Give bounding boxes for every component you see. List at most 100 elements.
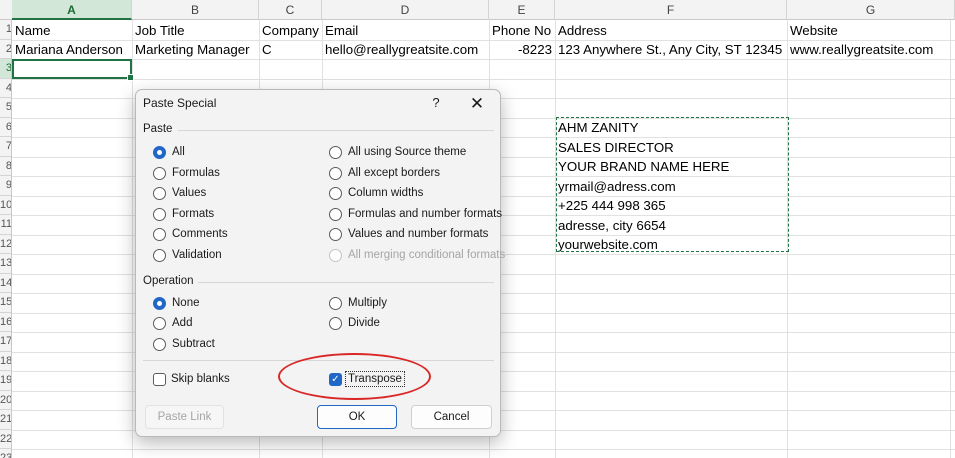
radio-label: None xyxy=(172,297,200,309)
radio-indicator xyxy=(153,316,166,330)
radio-indicator xyxy=(329,166,342,180)
row-header[interactable]: 21 xyxy=(0,410,11,430)
row-header[interactable]: 4 xyxy=(0,79,11,98)
column-header-a[interactable]: A xyxy=(12,0,132,20)
radio-paste-formulas[interactable]: Formulas xyxy=(153,165,220,181)
ok-button[interactable]: OK xyxy=(317,405,397,429)
cancel-button[interactable]: Cancel xyxy=(411,405,492,429)
cell-c1[interactable]: Company xyxy=(259,21,322,40)
radio-label: Formats xyxy=(172,208,215,220)
radio-indicator xyxy=(329,316,342,330)
radio-operation-none[interactable]: None xyxy=(153,295,200,311)
radio-label: All xyxy=(172,146,185,158)
cell-b1[interactable]: Job Title xyxy=(132,21,259,40)
row-header[interactable]: 9 xyxy=(0,176,11,196)
operation-group-divider xyxy=(198,282,494,283)
radio-paste-validation[interactable]: Validation xyxy=(153,247,222,263)
row-header[interactable]: 3 xyxy=(0,59,11,79)
paste-group-divider xyxy=(178,130,494,131)
row-header[interactable]: 15 xyxy=(0,293,11,313)
radio-paste-merging-conditional-formats: All merging conditional formats xyxy=(329,247,505,263)
radio-label: Column widths xyxy=(348,187,424,199)
radio-label: Comments xyxy=(172,228,228,240)
radio-label: All except borders xyxy=(348,167,441,179)
column-header-g[interactable]: G xyxy=(787,0,955,20)
row-header[interactable]: 20 xyxy=(0,391,11,410)
radio-paste-values[interactable]: Values xyxy=(153,185,206,201)
radio-label: Divide xyxy=(348,317,380,329)
row-header-bar: 1 2 3 4 5 6 7 8 9 10 11 12 13 14 15 16 17 18 19 20 21 22 23 xyxy=(0,20,12,458)
radio-operation-subtract[interactable]: Subtract xyxy=(153,336,215,352)
row-header[interactable]: 18 xyxy=(0,352,11,371)
column-header-b[interactable]: B xyxy=(132,0,259,20)
row-header[interactable]: 17 xyxy=(0,332,11,352)
row-header[interactable]: 11 xyxy=(0,215,11,235)
column-header-e[interactable]: E xyxy=(489,0,555,20)
active-cell-a3[interactable] xyxy=(12,59,134,81)
row-header[interactable]: 23 xyxy=(0,449,11,458)
row-header[interactable]: 13 xyxy=(0,254,11,274)
row-gridline xyxy=(12,449,955,450)
radio-indicator xyxy=(153,207,166,221)
row-header[interactable]: 1 xyxy=(0,20,11,40)
cell-e1[interactable]: Phone No xyxy=(489,21,555,40)
row-gridline xyxy=(12,59,955,60)
radio-label: Multiply xyxy=(348,297,387,309)
radio-checked-indicator xyxy=(153,296,166,310)
row-header[interactable]: 2 xyxy=(0,40,11,59)
paste-link-button: Paste Link xyxy=(145,405,224,429)
operation-group-label: Operation xyxy=(143,275,194,287)
row-header[interactable]: 14 xyxy=(0,274,11,293)
cell-e2[interactable]: -8223 xyxy=(489,40,555,59)
radio-paste-all-source-theme[interactable]: All using Source theme xyxy=(329,144,466,160)
cell-g1[interactable]: Website xyxy=(787,21,955,40)
row-header[interactable]: 6 xyxy=(0,118,11,137)
radio-operation-add[interactable]: Add xyxy=(153,315,192,331)
radio-indicator xyxy=(329,145,342,159)
help-icon[interactable]: ? xyxy=(426,93,446,113)
radio-paste-all[interactable]: All xyxy=(153,144,185,160)
row-header[interactable]: 5 xyxy=(0,98,11,118)
row-header[interactable]: 7 xyxy=(0,137,11,157)
cell-c2[interactable]: C xyxy=(259,40,322,59)
cell-f1[interactable]: Address xyxy=(555,21,787,40)
dialog-title: Paste Special xyxy=(143,96,217,110)
radio-label: Subtract xyxy=(172,338,215,350)
radio-paste-column-widths[interactable]: Column widths xyxy=(329,185,423,201)
checkbox-transpose[interactable]: ✓ Transpose xyxy=(329,371,405,387)
radio-label: Values xyxy=(172,187,207,199)
row-header[interactable]: 22 xyxy=(0,430,11,449)
column-header-c[interactable]: C xyxy=(259,0,322,20)
close-icon[interactable]: ✕ xyxy=(466,93,488,115)
radio-label: All merging conditional formats xyxy=(348,249,506,261)
cell-d1[interactable]: Email xyxy=(322,21,489,40)
cell-d2[interactable]: hello@reallygreatsite.com xyxy=(322,40,489,59)
cell-f2[interactable]: 123 Anywhere St., Any City, ST 12345 xyxy=(555,40,787,59)
radio-indicator xyxy=(329,186,342,200)
row-header[interactable]: 12 xyxy=(0,235,11,254)
cell-b2[interactable]: Marketing Manager xyxy=(132,40,259,59)
radio-operation-multiply[interactable]: Multiply xyxy=(329,295,387,311)
radio-indicator xyxy=(329,248,342,262)
radio-operation-divide[interactable]: Divide xyxy=(329,315,380,331)
radio-paste-formulas-number-formats[interactable]: Formulas and number formats xyxy=(329,206,502,222)
column-header-f[interactable]: F xyxy=(555,0,787,20)
row-header[interactable]: 8 xyxy=(0,157,11,176)
row-header[interactable]: 19 xyxy=(0,371,11,391)
cell-g2[interactable]: www.reallygreatsite.com xyxy=(787,40,955,59)
cell-a2[interactable]: Mariana Anderson xyxy=(12,40,132,59)
cell-a1[interactable]: Name xyxy=(12,21,132,40)
radio-paste-formats[interactable]: Formats xyxy=(153,206,214,222)
radio-label: All using Source theme xyxy=(348,146,467,158)
checkbox-skip-blanks[interactable]: Skip blanks xyxy=(153,371,230,387)
radio-paste-comments[interactable]: Comments xyxy=(153,226,228,242)
radio-indicator xyxy=(329,296,342,310)
radio-paste-values-number-formats[interactable]: Values and number formats xyxy=(329,226,488,242)
row-header[interactable]: 16 xyxy=(0,313,11,332)
column-gridline xyxy=(950,20,951,458)
radio-paste-all-except-borders[interactable]: All except borders xyxy=(329,165,440,181)
checkmark-icon: ✓ xyxy=(329,372,342,386)
row-header[interactable]: 10 xyxy=(0,196,11,215)
paste-special-dialog: Paste Special ? ✕ Paste All Formulas Val… xyxy=(135,89,505,437)
column-header-d[interactable]: D xyxy=(322,0,489,20)
